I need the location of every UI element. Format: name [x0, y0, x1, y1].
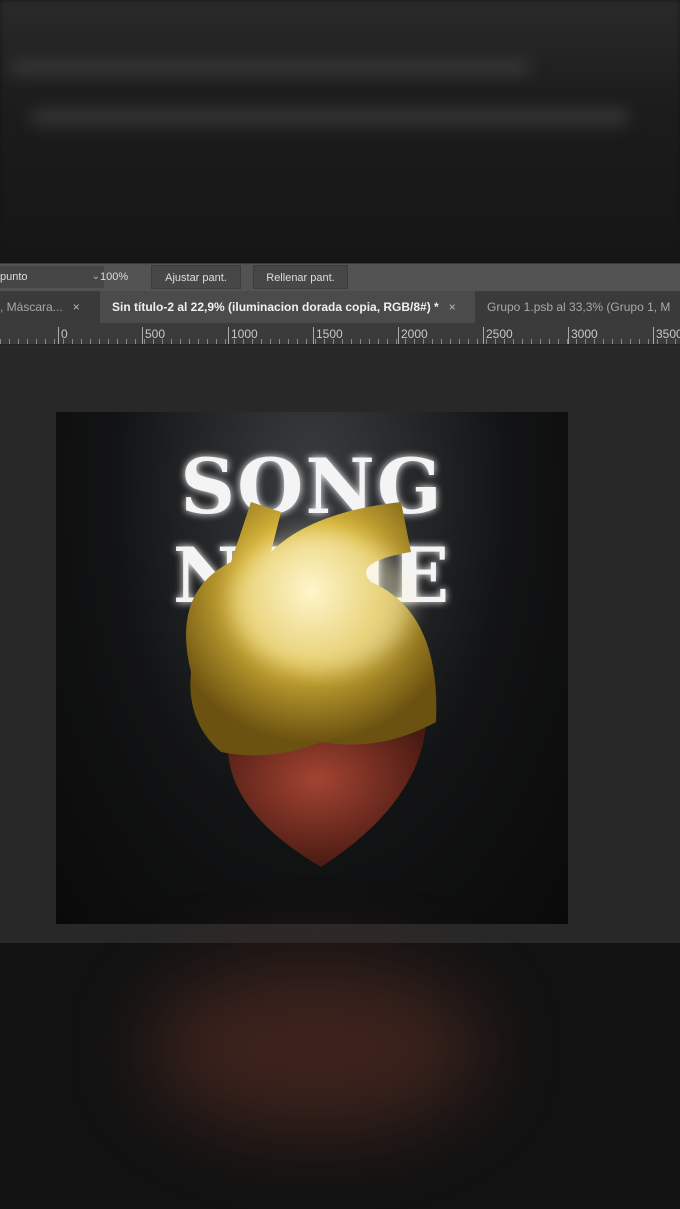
golden-heart-image: [186, 502, 437, 867]
ruler-label: 2000: [398, 327, 428, 344]
ruler-label: 3500: [653, 327, 680, 344]
ruler-label: 2500: [483, 327, 513, 344]
ruler-label: 500: [142, 327, 165, 344]
tab-label: Grupo 1.psb al 33,3% (Grupo 1, M: [487, 300, 671, 314]
dropdown-value: punto: [0, 271, 28, 283]
tab-label: , Máscara...: [0, 300, 63, 314]
ruler-label: 1000: [228, 327, 258, 344]
document-tabs: , Máscara... × Sin título-2 al 22,9% (ilu…: [0, 291, 680, 323]
tab-sin-titulo-2[interactable]: Sin título-2 al 22,9% (iluminacion dorad…: [100, 291, 475, 323]
blurred-face: [150, 963, 480, 1133]
blurred-video-overlay-top: [0, 0, 680, 263]
zoom-percent[interactable]: 100%: [100, 266, 148, 288]
artwork-canvas[interactable]: SONG NAME: [56, 412, 568, 924]
blurred-video-overlay-bottom: [0, 943, 680, 1209]
close-icon[interactable]: ×: [449, 300, 456, 314]
fill-screen-button[interactable]: Rellenar pant.: [253, 265, 348, 289]
ruler-label: 0: [58, 327, 68, 344]
ruler-label: 1500: [313, 327, 343, 344]
sample-size-dropdown[interactable]: punto ⌄: [0, 266, 104, 288]
fit-screen-button[interactable]: Ajustar pant.: [151, 265, 241, 289]
tab-mascara[interactable]: , Máscara... ×: [0, 291, 100, 323]
horizontal-ruler: 0 500 1000 1500 2000 2500 3000 3500: [0, 323, 680, 345]
tab-label: Sin título-2 al 22,9% (iluminacion dorad…: [112, 300, 439, 314]
tab-grupo-1[interactable]: Grupo 1.psb al 33,3% (Grupo 1, M: [475, 291, 680, 323]
close-icon[interactable]: ×: [73, 300, 80, 314]
options-bar: punto ⌄ 100% Ajustar pant. Rellenar pant.: [0, 263, 680, 291]
ruler-label: 3000: [568, 327, 598, 344]
chevron-down-icon: ⌄: [91, 271, 100, 282]
